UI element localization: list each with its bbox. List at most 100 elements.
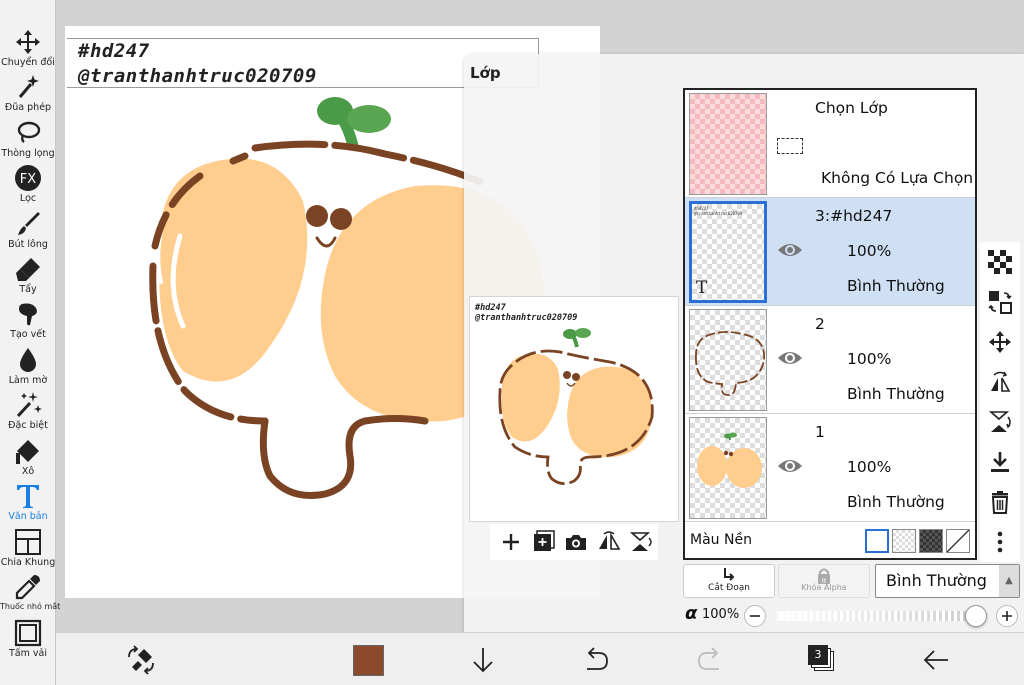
alpha-lock-button[interactable]: α Khóa Alpha <box>778 564 870 598</box>
layer-bottom-controls: Cắt Đoạn α Khóa Alpha Bình Thường ▲ α 10… <box>683 564 1024 632</box>
layer-count-badge: 3 <box>808 645 828 665</box>
checkerboard-transparency-icon[interactable] <box>988 250 1012 274</box>
move-arrows-icon <box>16 30 40 54</box>
more-options-icon[interactable] <box>988 530 1012 554</box>
move-tool[interactable]: Chuyển đổi <box>0 28 56 74</box>
bucket-tool[interactable]: Xô <box>0 437 56 483</box>
brush-tool[interactable]: Bút lông <box>0 210 56 256</box>
blur-tool[interactable]: Làm mờ <box>0 346 56 392</box>
background-white-swatch[interactable] <box>865 529 889 553</box>
opacity-slider-knob[interactable] <box>965 605 987 627</box>
add-layer-plus-icon[interactable] <box>498 530 524 554</box>
preview-drawing <box>498 328 654 485</box>
background-transparent-light-swatch[interactable] <box>892 529 916 553</box>
redo-icon[interactable] <box>695 645 725 675</box>
layer-name: 3:#hd247 <box>815 207 893 225</box>
flip-vertical-layer-icon[interactable] <box>988 410 1012 434</box>
move-layer-icon[interactable] <box>988 330 1012 354</box>
eraser-tool[interactable]: Tẩy <box>0 255 56 301</box>
frame-divider-icon <box>15 529 41 555</box>
transform-layer-icon[interactable] <box>988 290 1012 314</box>
selection-marquee-icon <box>777 138 803 154</box>
background-transparent-dark-swatch[interactable] <box>919 529 943 553</box>
trash-delete-icon[interactable] <box>988 490 1012 514</box>
layer-1-color-drawing <box>697 432 762 488</box>
bottom-bar: 3 <box>56 632 1024 685</box>
alpha-symbol: α <box>685 603 698 624</box>
blend-mode-select[interactable]: Bình Thường ▲ <box>875 564 1020 598</box>
layer-name: 2 <box>815 315 825 333</box>
layer-blend-mode: Bình Thường <box>847 277 945 295</box>
flip-vertical-icon[interactable] <box>628 530 654 554</box>
layer-2-thumbnail <box>689 309 767 411</box>
alpha-lock-label: Khóa Alpha <box>801 583 847 592</box>
layer-panel-title: Lớp <box>470 64 501 82</box>
selection-layer-thumbnail <box>689 93 767 195</box>
tool-bar: Chuyển đổi Đũa phép Thòng lọng FX Lọc Bú… <box>0 0 61 685</box>
layers-count-button[interactable]: 3 <box>808 645 838 675</box>
swap-tool-brush-eraser-icon[interactable] <box>126 645 156 675</box>
eyedropper-tool[interactable]: Thuốc nhỏ mắt <box>0 573 61 619</box>
layer-2-outline-drawing <box>695 331 765 397</box>
layer-row-1[interactable]: 1 100% Bình Thường <box>685 414 975 522</box>
eye-visibility-icon[interactable] <box>776 348 804 368</box>
back-arrow-icon[interactable] <box>921 645 951 675</box>
layer-list: Chọn Lớp Không Có Lựa Chọn #hd247 @trant… <box>683 88 977 560</box>
clipping-label: Cắt Đoạn <box>708 583 750 593</box>
selection-layer-row[interactable]: Chọn Lớp Không Có Lựa Chọn <box>685 90 975 198</box>
layer-3-thumbnail: #hd247 @tranthanhtruc020709 T <box>689 201 767 303</box>
add-layer-from-square-icon[interactable] <box>530 530 556 554</box>
layer-blend-mode: Bình Thường <box>847 493 945 511</box>
arrow-down-icon[interactable] <box>468 645 498 675</box>
magic-wand-tool[interactable]: Đũa phép <box>0 73 56 119</box>
tool-label: Tấm vải <box>9 648 47 659</box>
tool-label: Tạo vết <box>10 329 46 340</box>
selection-layer-status: Không Có Lựa Chọn <box>821 169 974 187</box>
text-tool[interactable]: Văn bản <box>0 482 56 528</box>
blend-mode-value: Bình Thường <box>886 571 987 590</box>
smudge-tool[interactable]: Tạo vết <box>0 300 56 346</box>
tool-label: Thòng lọng <box>1 148 55 159</box>
clipping-button[interactable]: Cắt Đoạn <box>683 564 775 598</box>
tool-label: Lọc <box>19 193 37 204</box>
flip-horizontal-icon[interactable] <box>596 530 622 554</box>
preview-actions-bar <box>490 524 658 560</box>
tool-label: Đặc biệt <box>8 420 48 431</box>
opacity-minus-button[interactable] <box>743 604 767 628</box>
canvas-preview: #hd247 @tranthanhtruc020709 <box>469 296 679 522</box>
frame-divider-tool[interactable]: Chia Khung <box>0 528 56 574</box>
text-t-icon <box>17 485 39 508</box>
tool-label: Xô <box>21 466 35 477</box>
paint-bucket-icon <box>16 440 39 464</box>
tool-label: Tẩy <box>19 284 37 295</box>
special-tool[interactable]: Đặc biệt <box>0 391 56 437</box>
eye-visibility-icon[interactable] <box>776 456 804 476</box>
background-color-label: Màu Nền <box>690 532 752 548</box>
current-color-swatch[interactable] <box>353 645 384 676</box>
fx-icon: FX <box>15 165 41 191</box>
merge-down-icon[interactable] <box>988 450 1012 474</box>
eye-visibility-icon[interactable] <box>776 240 804 260</box>
layer-opacity: 100% <box>847 458 892 476</box>
layer-panel: Lớp #hd247 @tranthanhtruc020709 Chọn Lớp <box>464 54 1024 632</box>
undo-icon[interactable] <box>581 645 611 675</box>
background-none-swatch[interactable] <box>946 529 970 553</box>
canvas-tool[interactable]: Tấm vải <box>0 619 56 665</box>
opacity-plus-button[interactable] <box>995 604 1019 628</box>
layer-opacity: 100% <box>847 350 892 368</box>
layer-row-2[interactable]: 2 100% Bình Thường <box>685 306 975 414</box>
tool-label: Bút lông <box>8 239 48 250</box>
caret-up-icon: ▲ <box>999 565 1019 597</box>
canvas-square-icon <box>14 619 42 647</box>
opacity-slider-track[interactable] <box>777 605 987 627</box>
layer-row-3[interactable]: #hd247 @tranthanhtruc020709 T 3:#hd247 1… <box>685 198 975 306</box>
layer-name: 1 <box>815 423 825 441</box>
lasso-icon <box>17 121 41 143</box>
sparkle-wand-icon <box>16 392 42 418</box>
camera-icon[interactable] <box>563 530 589 554</box>
lasso-tool[interactable]: Thòng lọng <box>0 119 56 165</box>
filter-tool[interactable]: FX Lọc <box>0 164 56 210</box>
tool-label: Thuốc nhỏ mắt <box>0 602 61 611</box>
svg-text:FX: FX <box>20 172 36 187</box>
rotate-flip-horizontal-icon[interactable] <box>988 370 1012 394</box>
